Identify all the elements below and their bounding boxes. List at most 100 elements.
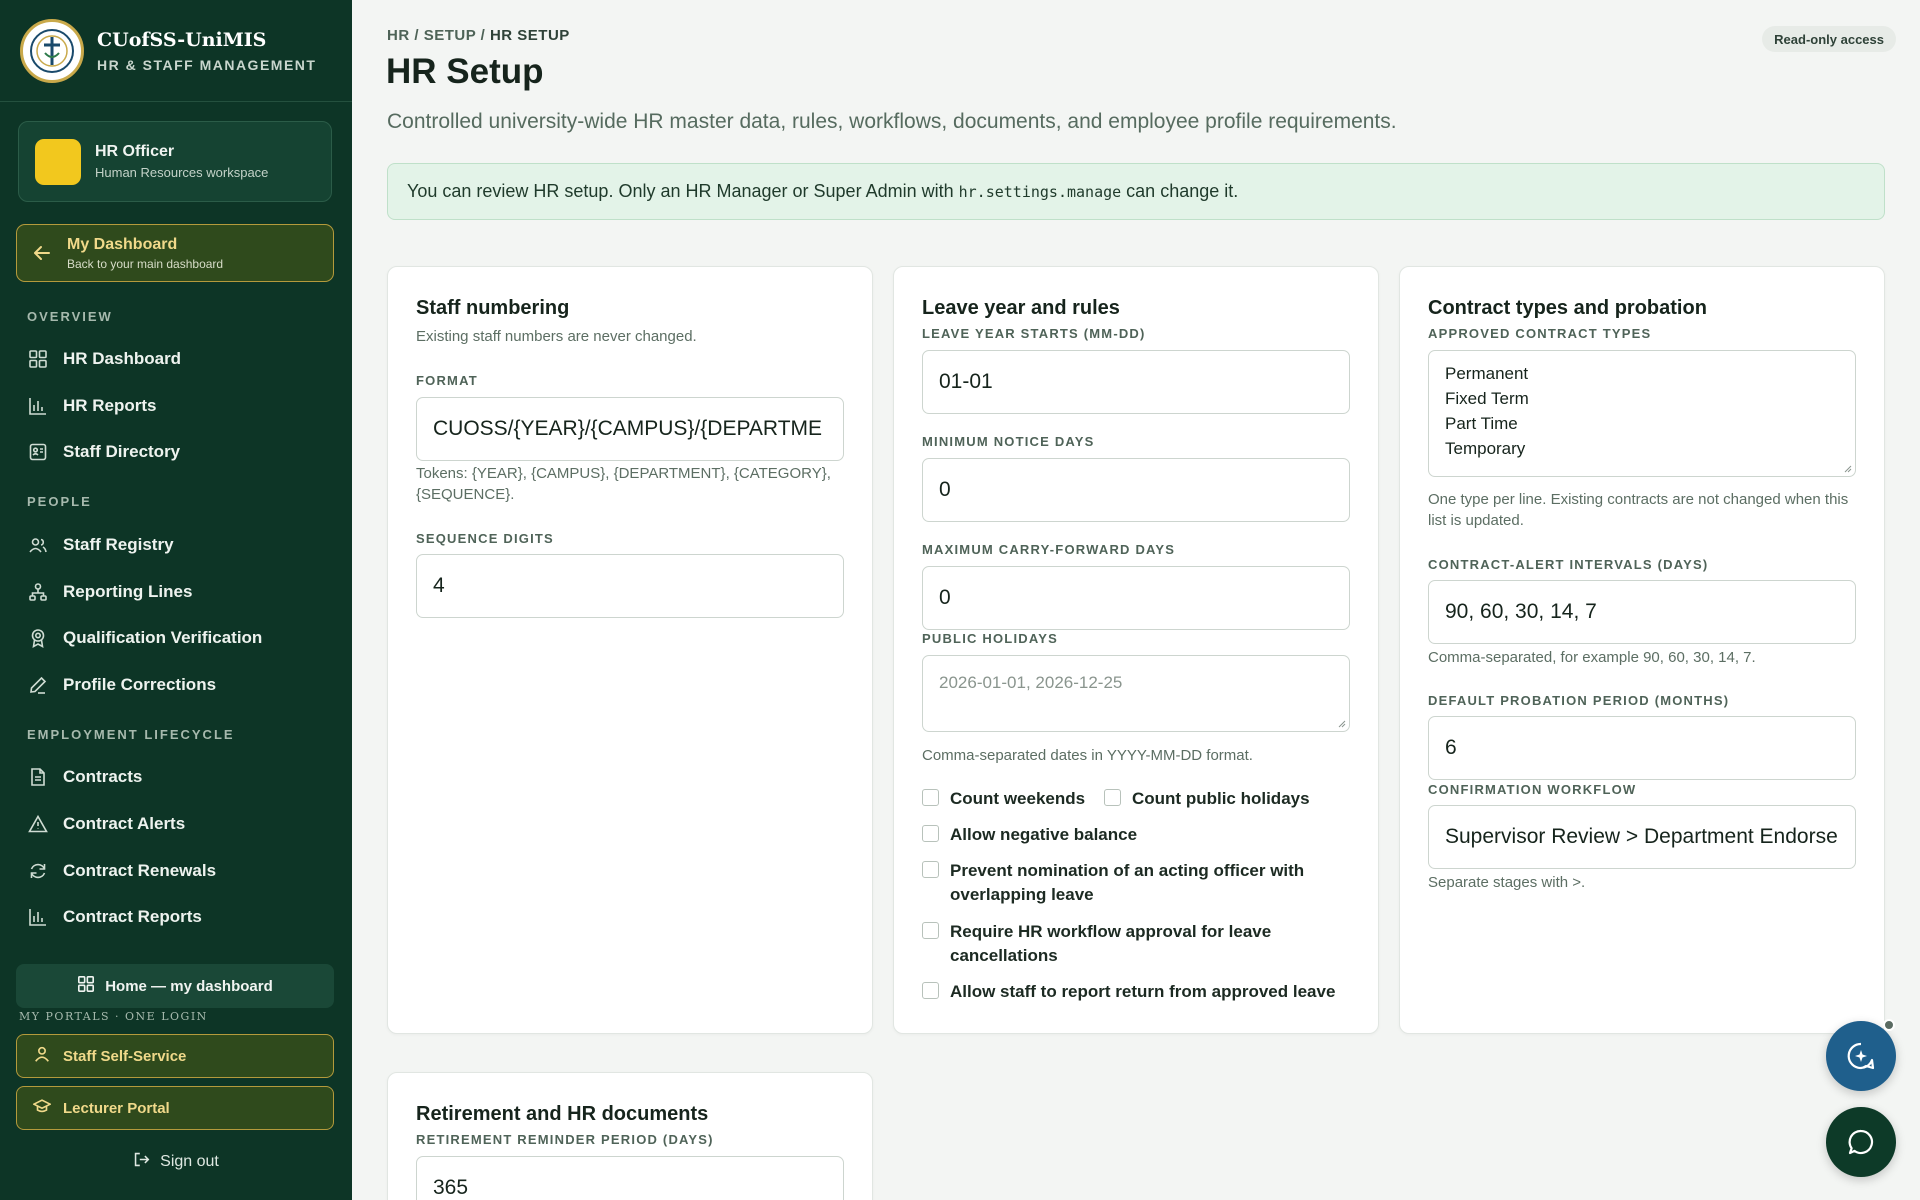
lecturer-portal-button[interactable]: Lecturer Portal xyxy=(16,1086,334,1130)
confirmation-workflow-help: Separate stages with >. xyxy=(1428,874,1586,891)
carry-forward-input[interactable]: 0 xyxy=(922,566,1350,630)
checkbox-label: Prevent nomination of an acting officer … xyxy=(950,861,1305,904)
nav-section-lifecycle: EMPLOYMENT LIFECYCLE xyxy=(27,726,235,742)
resize-grip-icon[interactable] xyxy=(1842,463,1852,473)
retirement-reminder-label: RETIREMENT REMINDER PERIOD (DAYS) xyxy=(416,1132,714,1147)
minimum-notice-label: MINIMUM NOTICE DAYS xyxy=(922,434,1095,449)
staff-self-service-button[interactable]: Staff Self-Service xyxy=(16,1034,334,1078)
id-card-icon xyxy=(27,441,49,463)
contract-type-line: Part Time xyxy=(1445,414,1518,433)
breadcrumb-separator: / xyxy=(414,27,420,44)
minimum-notice-input[interactable]: 0 xyxy=(922,458,1350,522)
require-approval-checkbox-row[interactable]: Require HR workflow approval for leave c… xyxy=(922,920,1322,968)
org-chart-icon xyxy=(27,581,49,603)
document-icon xyxy=(27,766,49,788)
role-subtitle: Human Resources workspace xyxy=(95,165,269,180)
contract-alert-intervals-input[interactable]: 90, 60, 30, 14, 7 xyxy=(1428,580,1856,644)
resize-grip-icon[interactable] xyxy=(1336,718,1346,728)
public-holidays-label: PUBLIC HOLIDAYS xyxy=(922,631,1058,646)
sidebar: CUofSS-UniMIS HR & STAFF MANAGEMENT HR O… xyxy=(0,0,352,1200)
sidebar-item-staff-directory[interactable]: Staff Directory xyxy=(0,429,352,476)
contract-type-line: Fixed Term xyxy=(1445,389,1529,408)
logout-icon xyxy=(133,1151,150,1173)
arrow-left-icon xyxy=(31,242,53,264)
staff-numbering-card: Staff numbering Existing staff numbers a… xyxy=(387,266,873,1034)
sidebar-item-hr-dashboard[interactable]: HR Dashboard xyxy=(0,336,352,383)
my-dashboard-button[interactable]: My Dashboard Back to your main dashboard xyxy=(16,224,334,282)
breadcrumb-current: HR SETUP xyxy=(489,27,570,44)
staff-self-service-label: Staff Self-Service xyxy=(63,1047,187,1065)
confirmation-workflow-input[interactable]: Supervisor Review > Department Endorse xyxy=(1428,805,1856,869)
carry-forward-label: MAXIMUM CARRY-FORWARD DAYS xyxy=(922,542,1176,557)
checkbox-label: Allow negative balance xyxy=(950,825,1138,844)
sidebar-item-contract-reports[interactable]: Contract Reports xyxy=(0,894,352,941)
university-logo xyxy=(20,18,84,83)
checkbox-label: Require HR workflow approval for leave c… xyxy=(950,922,1272,965)
sequence-digits-input[interactable]: 4 xyxy=(416,554,844,618)
ai-assistant-button[interactable] xyxy=(1826,1021,1896,1091)
count-weekends-checkbox[interactable] xyxy=(922,789,939,806)
breadcrumb-hr[interactable]: HR xyxy=(387,27,410,44)
count-public-holidays-checkbox-row[interactable]: Count public holidays xyxy=(1104,787,1310,811)
card-title: Staff numbering xyxy=(416,297,570,319)
chat-bubble-icon xyxy=(1848,1129,1874,1155)
contract-alert-intervals-label: CONTRACT-ALERT INTERVALS (DAYS) xyxy=(1428,557,1709,572)
sidebar-item-label: HR Dashboard xyxy=(63,349,182,369)
sidebar-nav: OVERVIEW HR Dashboard HR Reports Staff D… xyxy=(0,296,352,946)
sidebar-item-label: Qualification Verification xyxy=(63,628,263,648)
my-dashboard-sublabel: Back to your main dashboard xyxy=(67,256,224,271)
format-input[interactable]: CUOSS/{YEAR}/{CAMPUS}/{DEPARTME xyxy=(416,397,844,461)
sidebar-item-label: HR Reports xyxy=(63,395,157,415)
grid-icon xyxy=(77,975,95,998)
read-only-badge: Read-only access xyxy=(1762,26,1896,52)
allow-negative-balance-checkbox-row[interactable]: Allow negative balance xyxy=(922,823,1137,847)
checkbox-label: Count weekends xyxy=(950,789,1086,808)
sidebar-item-staff-registry[interactable]: Staff Registry xyxy=(0,522,352,569)
bar-chart-icon xyxy=(27,906,49,928)
approved-contract-types-textarea[interactable]: Permanent Fixed Term Part Time Temporary xyxy=(1428,350,1856,477)
card-title: Leave year and rules xyxy=(922,297,1120,319)
sidebar-item-label: Contract Reports xyxy=(63,907,202,927)
notice-text-end: can change it. xyxy=(1126,181,1239,201)
count-weekends-checkbox-row[interactable]: Count weekends xyxy=(922,787,1085,811)
pencil-icon xyxy=(27,674,49,696)
breadcrumb: HR / SETUP / HR SETUP xyxy=(387,27,570,44)
allow-return-checkbox[interactable] xyxy=(922,982,939,999)
home-dashboard-button[interactable]: Home — my dashboard xyxy=(16,964,334,1008)
award-icon xyxy=(27,627,49,649)
user-icon xyxy=(33,1045,51,1068)
allow-negative-balance-checkbox[interactable] xyxy=(922,825,939,842)
probation-period-input[interactable]: 6 xyxy=(1428,716,1856,780)
contract-types-help: One type per line. Existing contracts ar… xyxy=(1428,491,1849,529)
sidebar-item-contract-renewals[interactable]: Contract Renewals xyxy=(0,847,352,894)
breadcrumb-setup[interactable]: SETUP xyxy=(424,27,476,44)
sign-out-button[interactable]: Sign out xyxy=(0,1150,352,1174)
sidebar-item-contract-alerts[interactable]: Contract Alerts xyxy=(0,801,352,848)
sidebar-item-hr-reports[interactable]: HR Reports xyxy=(0,383,352,430)
sidebar-item-reporting-lines[interactable]: Reporting Lines xyxy=(0,568,352,615)
prevent-nomination-checkbox-row[interactable]: Prevent nomination of an acting officer … xyxy=(922,859,1352,907)
bar-chart-icon xyxy=(27,395,49,417)
sidebar-item-profile-corrections[interactable]: Profile Corrections xyxy=(0,662,352,709)
public-holidays-textarea[interactable]: 2026-01-01, 2026-12-25 xyxy=(922,655,1350,732)
ai-chat-icon xyxy=(1847,1042,1875,1070)
sidebar-item-label: Staff Directory xyxy=(63,442,181,462)
count-public-holidays-checkbox[interactable] xyxy=(1104,789,1121,806)
contract-type-line: Temporary xyxy=(1445,439,1526,458)
prevent-nomination-checkbox[interactable] xyxy=(922,861,939,878)
graduation-cap-icon xyxy=(32,1097,52,1120)
allow-return-checkbox-row[interactable]: Allow staff to report return from approv… xyxy=(922,980,1335,1004)
require-approval-checkbox[interactable] xyxy=(922,922,939,939)
retirement-reminder-input[interactable]: 365 xyxy=(416,1156,844,1200)
page-title: HR Setup xyxy=(386,52,544,91)
public-holidays-help: Comma-separated dates in YYYY-MM-DD form… xyxy=(922,747,1253,764)
retirement-documents-card: Retirement and HR documents RETIREMENT R… xyxy=(387,1072,873,1200)
grid-icon xyxy=(27,348,49,370)
leave-year-start-input[interactable]: 01-01 xyxy=(922,350,1350,414)
my-dashboard-label: My Dashboard xyxy=(67,235,178,253)
sidebar-item-qualification-verification[interactable]: Qualification Verification xyxy=(0,615,352,662)
sequence-digits-label: SEQUENCE DIGITS xyxy=(416,531,554,546)
sidebar-item-label: Contract Alerts xyxy=(63,814,186,834)
sidebar-item-contracts[interactable]: Contracts xyxy=(0,754,352,801)
chat-button[interactable] xyxy=(1826,1107,1896,1177)
